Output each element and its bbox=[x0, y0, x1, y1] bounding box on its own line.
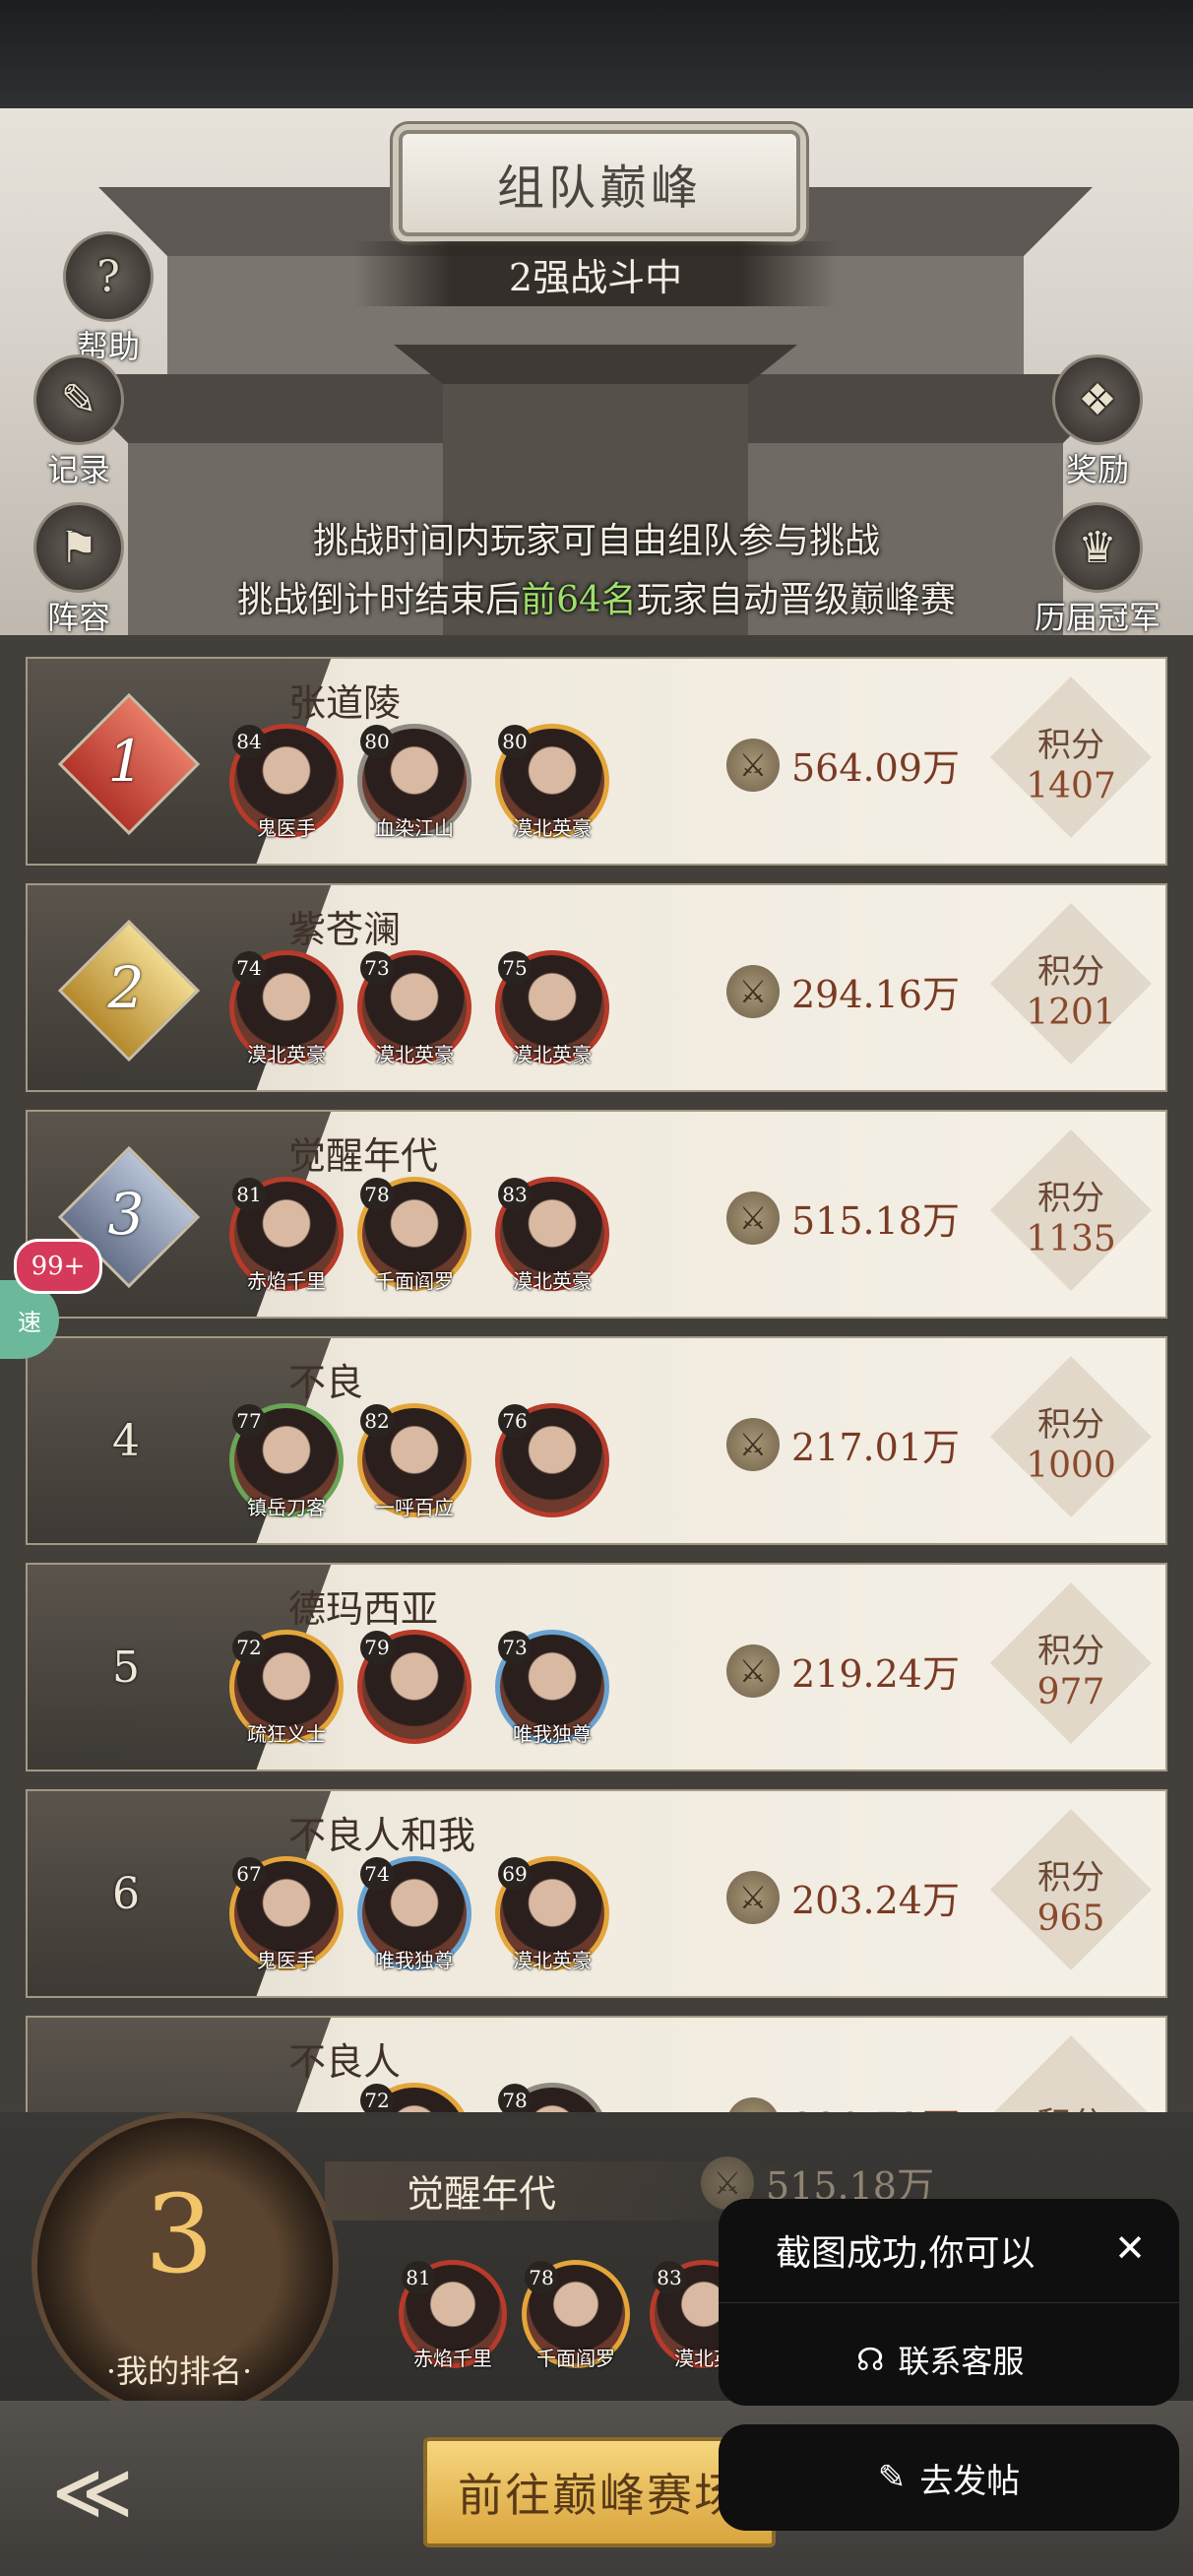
post-button[interactable]: ✎ 去发帖 bbox=[719, 2424, 1179, 2531]
score-box: 积分 1407 bbox=[989, 676, 1153, 846]
money-bag-icon: ❖ bbox=[1052, 354, 1143, 445]
member-avatar[interactable]: 80 血染江山 bbox=[357, 724, 471, 840]
team-row[interactable]: 5 德玛西亚 72 疏狂义士 79 73 唯我独尊 ⚔ 219.24万 积分 977 bbox=[26, 1563, 1167, 1771]
team-row[interactable]: 6 不良人和我 67 鬼医手 74 唯我独尊 69 漠北英豪 ⚔ 203.24万 积分 9… bbox=[26, 1789, 1167, 1998]
contact-support-button[interactable]: ☊ 联系客服 bbox=[856, 2337, 1024, 2382]
top-strip bbox=[0, 0, 1193, 108]
member-avatar[interactable]: 77 镇岳刀客 bbox=[229, 1403, 344, 1519]
team-name: 张道陵 bbox=[288, 681, 402, 725]
page-title: 组队巅峰 bbox=[399, 130, 800, 236]
rank-number: 6 bbox=[112, 1868, 140, 1919]
rank-number: 5 bbox=[112, 1642, 140, 1693]
member-avatar[interactable]: 67 鬼医手 bbox=[229, 1856, 344, 1972]
reward-button[interactable]: ❖ 奖励 bbox=[1038, 354, 1157, 490]
crossed-swords-icon: ⚔ bbox=[726, 1643, 780, 1698]
team-row[interactable]: 1 张道陵 84 鬼医手 80 血染江山 80 漠北英豪 ⚔ 564.09万 积分 140… bbox=[26, 657, 1167, 866]
combat-power: ⚔ 203.24万 bbox=[726, 1870, 960, 1924]
member-avatar[interactable]: 80 漠北英豪 bbox=[495, 724, 609, 840]
combat-power: ⚔ 564.09万 bbox=[726, 738, 960, 792]
event-banner: 组队巅峰 2强战斗中 ? 帮助 ✎ 记录 ⚑ 阵容 ❖ 奖励 ♛ 历届冠军 挑战… bbox=[0, 108, 1193, 635]
notification-badge[interactable]: 99+ bbox=[14, 1239, 102, 1294]
help-button[interactable]: ? 帮助 bbox=[49, 231, 167, 367]
record-button[interactable]: ✎ 记录 bbox=[20, 354, 138, 490]
member-avatar[interactable]: 74 漠北英豪 bbox=[229, 950, 344, 1066]
combat-power: ⚔ 515.18万 bbox=[726, 1191, 960, 1245]
scroll-icon: ✎ bbox=[33, 354, 124, 445]
score-box: 积分 1201 bbox=[989, 902, 1153, 1072]
team-name: 不良人 bbox=[288, 2040, 402, 2084]
score-box: 积分 1135 bbox=[989, 1128, 1153, 1299]
combat-power: ⚔ 294.16万 bbox=[726, 964, 960, 1018]
combat-power: ⚔ 219.24万 bbox=[726, 1643, 960, 1698]
info-line-2: 挑战倒计时结束后前64名玩家自动晋级巅峰赛 bbox=[237, 580, 956, 620]
my-rank-value: 3 bbox=[145, 2171, 214, 2297]
team-name: 紫苍澜 bbox=[288, 908, 402, 951]
member-avatar[interactable]: 72 疏狂义士 bbox=[229, 1630, 344, 1746]
my-member-avatar[interactable]: 81 赤焰千里 bbox=[399, 2260, 507, 2370]
member-avatar[interactable]: 72 bbox=[357, 2083, 471, 2112]
question-icon: ? bbox=[63, 231, 154, 322]
team-name: 觉醒年代 bbox=[288, 1134, 439, 1178]
team-row[interactable]: 4 不良 77 镇岳刀客 82 一呼百应 76 ⚔ 217.01万 积分 1000 bbox=[26, 1336, 1167, 1545]
team-name: 德玛西亚 bbox=[288, 1587, 439, 1631]
crossed-swords-icon: ⚔ bbox=[726, 1417, 780, 1471]
member-avatar[interactable]: 76 bbox=[495, 1403, 609, 1517]
my-rank-label: ·我的排名· bbox=[105, 2352, 253, 2390]
crossed-swords-icon: ⚔ bbox=[726, 964, 780, 1018]
back-button[interactable]: ≪ bbox=[24, 2437, 161, 2545]
score-box: 积分 965 bbox=[989, 1808, 1153, 1978]
member-avatar[interactable]: 73 唯我独尊 bbox=[495, 1630, 609, 1746]
member-avatar[interactable]: 82 一呼百应 bbox=[357, 1403, 471, 1519]
crossed-swords-icon: ⚔ bbox=[726, 1191, 780, 1245]
crossed-swords-icon: ⚔ bbox=[726, 1870, 780, 1924]
crossed-swords-icon: ⚔ bbox=[726, 2096, 780, 2112]
team-row[interactable]: 2 紫苍澜 74 漠北英豪 73 漠北英豪 75 漠北英豪 ⚔ 294.16万 积分 12… bbox=[26, 883, 1167, 1092]
pencil-icon: ✎ bbox=[877, 2458, 907, 2497]
back-arrow-icon: ≪ bbox=[51, 2445, 134, 2538]
member-avatar[interactable]: 69 漠北英豪 bbox=[495, 1856, 609, 1972]
toast-message: 截图成功,你可以 bbox=[776, 2233, 1036, 2274]
score-box: 积分 1000 bbox=[989, 1355, 1153, 1525]
screenshot-toast: 截图成功,你可以 ✕ ☊ 联系客服 bbox=[719, 2199, 1179, 2406]
member-avatar[interactable]: 73 漠北英豪 bbox=[357, 950, 471, 1066]
score-box: 积分 bbox=[989, 2034, 1153, 2112]
team-row[interactable]: 3 觉醒年代 81 赤焰千里 78 千面阎罗 83 漠北英豪 ⚔ 515.18万 积分 1… bbox=[26, 1110, 1167, 1319]
member-avatar[interactable]: 84 鬼医手 bbox=[229, 724, 344, 840]
headset-icon: ☊ bbox=[856, 2341, 885, 2378]
member-avatar[interactable]: 83 漠北英豪 bbox=[495, 1177, 609, 1293]
info-line-1: 挑战时间内玩家可自由组队参与挑战 bbox=[312, 521, 880, 561]
ranking-list[interactable]: 1 张道陵 84 鬼医手 80 血染江山 80 漠北英豪 ⚔ 564.09万 积分 140… bbox=[0, 635, 1193, 2112]
rank-number: 2 bbox=[107, 954, 145, 1021]
my-member-avatar[interactable]: 78 千面阎罗 bbox=[522, 2260, 630, 2370]
member-avatar[interactable]: 78 bbox=[495, 2083, 609, 2112]
score-box: 积分 977 bbox=[989, 1581, 1153, 1752]
my-team-name: 觉醒年代 bbox=[407, 2172, 557, 2216]
team-name: 不良 bbox=[288, 1361, 364, 1404]
member-avatar[interactable]: 78 千面阎罗 bbox=[357, 1177, 471, 1293]
combat-power: ⚔ 217.01万 bbox=[726, 1417, 960, 1471]
close-icon[interactable]: ✕ bbox=[1114, 2226, 1146, 2270]
member-avatar[interactable]: 74 唯我独尊 bbox=[357, 1856, 471, 1972]
combat-power: ⚔229.72万 bbox=[726, 2096, 960, 2112]
team-row[interactable]: 不良人 72 78 ⚔229.72万 积分 bbox=[26, 2016, 1167, 2112]
member-avatar[interactable]: 79 bbox=[357, 1630, 471, 1744]
team-name: 不良人和我 bbox=[288, 1814, 476, 1857]
member-avatar[interactable]: 81 赤焰千里 bbox=[229, 1177, 344, 1293]
rank-number: 4 bbox=[112, 1415, 140, 1466]
member-avatar[interactable]: 75 漠北英豪 bbox=[495, 950, 609, 1066]
rank-number: 1 bbox=[107, 728, 145, 795]
crossed-swords-icon: ⚔ bbox=[726, 738, 780, 792]
battle-status: 2强战斗中 bbox=[354, 241, 837, 306]
